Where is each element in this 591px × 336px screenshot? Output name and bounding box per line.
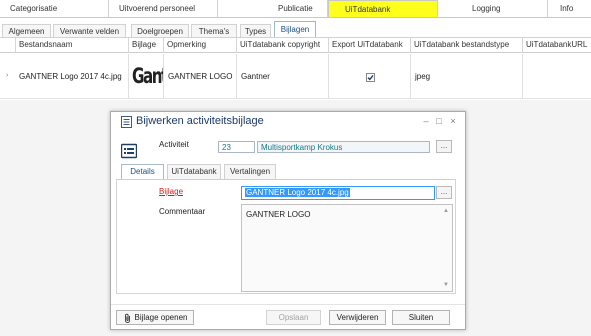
col-export[interactable]: Export UiTdatabank xyxy=(328,38,410,53)
tab-vertalingen[interactable]: Vertalingen xyxy=(224,164,276,179)
save-button[interactable]: Opslaan xyxy=(266,310,321,325)
paperclip-icon xyxy=(125,313,130,323)
cell-opmerking[interactable]: GANTNER LOGO xyxy=(163,54,236,99)
cell-bijlage-logo[interactable]: Gantn xyxy=(128,54,163,99)
tab-publicatie[interactable]: Publicatie xyxy=(218,0,328,18)
table-row[interactable]: › GANTNER Logo 2017 4c.jpg Gantn GANTNER… xyxy=(0,54,591,99)
col-bestandstype[interactable]: UiTdatabank bestandstype xyxy=(410,38,522,53)
minimize-button[interactable]: – xyxy=(421,116,431,126)
tab-logging[interactable]: Logging xyxy=(438,0,548,18)
row-indicator[interactable]: › xyxy=(0,54,15,99)
tab-uitdatabank-inner[interactable]: UiTdatabank xyxy=(167,164,221,179)
edit-attachment-dialog: Bijwerken activiteitsbijlage – □ × Activ… xyxy=(110,111,466,330)
export-checkbox[interactable] xyxy=(366,73,375,82)
bijlage-browse-button[interactable]: ... xyxy=(436,186,452,199)
col-url[interactable]: UiTdatabankURL xyxy=(522,38,591,53)
bijlage-field-value: GANTNER Logo 2017 4c.jpg xyxy=(245,188,350,197)
row-arrow-icon: › xyxy=(6,72,9,79)
maximize-button[interactable]: □ xyxy=(434,116,444,126)
grid-header: Bestandsnaam Bijlage Opmerking UiTdataba… xyxy=(0,38,591,53)
document-icon xyxy=(121,116,132,128)
cell-bestandsnaam[interactable]: GANTNER Logo 2017 4c.jpg xyxy=(15,54,128,99)
tab-algemeen[interactable]: Algemeen xyxy=(2,24,51,38)
col-opmerking[interactable]: Opmerking xyxy=(163,38,236,53)
tab-details[interactable]: Details xyxy=(121,164,164,180)
tab-uitdatabank[interactable]: UiTdatabank xyxy=(328,0,438,18)
cell-copyright[interactable]: Gantner xyxy=(236,54,328,99)
scroll-down-icon[interactable]: ▼ xyxy=(443,282,449,288)
dialog-footer-divider xyxy=(111,304,465,305)
top-tab-bar: Categorisatie Uitvoerend personeel Publi… xyxy=(0,0,591,18)
tab-doelgroepen[interactable]: Doelgroepen xyxy=(131,24,189,38)
sub-tab-bar: Algemeen Verwante velden Doelgroepen The… xyxy=(0,21,591,38)
gantner-logo-thumbnail: Gantn xyxy=(132,64,163,88)
commentaar-label: Commentaar xyxy=(159,207,206,216)
bijlage-openen-button[interactable]: Bijlage openen xyxy=(116,310,194,325)
activiteit-name-field[interactable]: Multisportkamp Krokus xyxy=(257,141,430,153)
col-bestandsnaam[interactable]: Bestandsnaam xyxy=(15,38,127,53)
commentaar-textarea[interactable]: GANTNER LOGO ▲ ▼ xyxy=(241,204,453,292)
commentaar-text: GANTNER LOGO xyxy=(246,210,311,219)
tab-info[interactable]: Info xyxy=(548,0,591,18)
tab-categorisatie[interactable]: Categorisatie xyxy=(0,0,109,18)
dialog-title: Bijwerken activiteitsbijlage xyxy=(136,115,264,127)
col-bijlage[interactable]: Bijlage xyxy=(128,38,162,53)
bijlage-label[interactable]: Bijlage xyxy=(159,187,183,196)
cell-bestandstype[interactable]: jpeg xyxy=(410,54,522,99)
checkmark-icon xyxy=(367,74,374,81)
bijlage-field[interactable]: GANTNER Logo 2017 4c.jpg xyxy=(241,186,435,200)
tab-verwante-velden[interactable]: Verwante velden xyxy=(53,24,126,38)
close-icon[interactable]: × xyxy=(448,116,458,126)
tab-bijlagen[interactable]: Bijlagen xyxy=(274,21,316,38)
dialog-titlebar[interactable]: Bijwerken activiteitsbijlage – □ × xyxy=(111,112,465,132)
close-button[interactable]: Sluiten xyxy=(392,310,450,325)
tab-themas[interactable]: Thema's xyxy=(191,24,237,38)
scroll-up-icon[interactable]: ▲ xyxy=(443,208,449,214)
delete-button[interactable]: Verwijderen xyxy=(329,310,386,325)
tab-types[interactable]: Types xyxy=(240,24,271,38)
tab-uitvoerend-personeel[interactable]: Uitvoerend personeel xyxy=(109,0,218,18)
activiteit-label: Activiteit xyxy=(159,140,189,149)
activiteit-id-field[interactable]: 23 xyxy=(218,141,255,153)
bijlage-openen-label: Bijlage openen xyxy=(134,313,188,322)
form-list-icon xyxy=(121,143,137,159)
activiteit-lookup-button[interactable]: ... xyxy=(436,140,452,153)
col-copyright[interactable]: UiTdatabank copyright xyxy=(236,38,328,53)
cell-url[interactable] xyxy=(522,54,591,99)
